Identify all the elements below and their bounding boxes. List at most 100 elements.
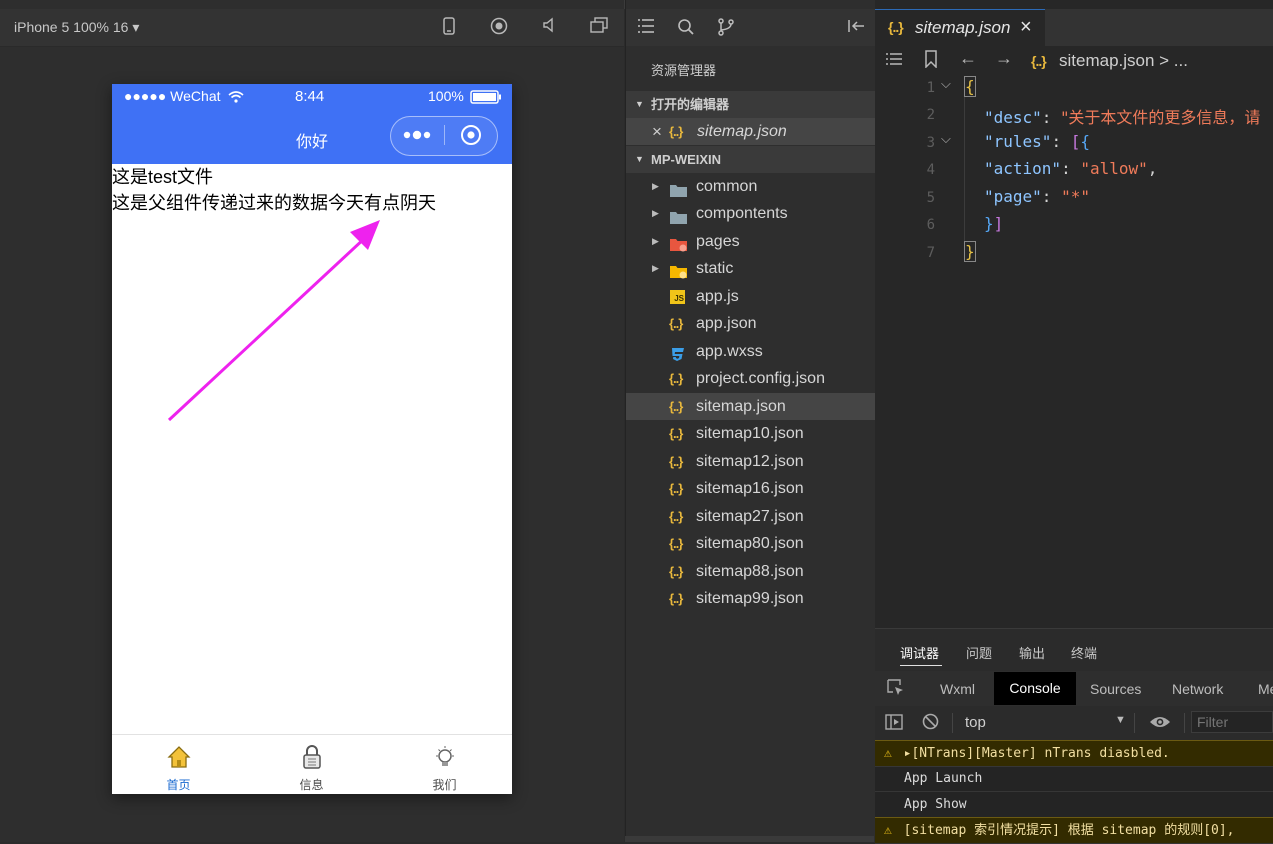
chevron-right-icon: ▶ [652,236,659,246]
close-icon[interactable]: × [652,118,662,145]
window-icon[interactable] [588,17,610,39]
eye-icon[interactable] [1149,715,1171,734]
tab-info[interactable]: 信息 [245,735,378,794]
file-item-sitemap27[interactable]: {..} sitemap27.json [626,503,875,530]
record-icon[interactable] [488,17,510,39]
speaker-icon[interactable] [538,17,560,39]
home-icon [167,745,191,774]
tab-about-label: 我们 [432,778,457,792]
folder-item-compontents[interactable]: ▶ compontents [626,200,875,227]
tab-network[interactable]: Network [1172,681,1223,697]
inspect-element-icon[interactable] [887,679,905,702]
tab-console[interactable]: Console [994,672,1076,705]
line-number: 4 [926,162,935,178]
clear-console-icon[interactable] [922,713,939,735]
json-icon: {..} [669,371,683,386]
phone-screen: ●●●●● WeChat 8:44 100% 你好 这是test文件 这是父组件… [112,84,512,794]
code-line-2: "desc": "关于本文件的更多信息，请 [984,108,1261,127]
close-icon[interactable]: × [1020,16,1032,39]
chevron-right-icon: ▶ [652,181,659,191]
simulator-toolbar: iPhone 5 100% 16 ▾ [0,9,624,47]
warning-icon: ⚠ [884,823,892,838]
indent-guide [964,76,965,256]
explorer-title: 资源管理器 [651,63,717,78]
toolbar-divider [1134,713,1135,733]
breadcrumb[interactable]: sitemap.json > ... [1059,51,1188,71]
tab-home[interactable]: 首页 [112,735,245,794]
dropdown-arrow-icon[interactable]: ▼ [1115,714,1126,726]
file-name: project.config.json [696,370,825,387]
toolbar-divider [952,713,953,733]
file-item-sitemap80[interactable]: {..} sitemap80.json [626,530,875,557]
back-arrow-icon[interactable]: ← [959,48,977,69]
file-item-project-config[interactable]: {..} project.config.json [626,365,875,392]
console-message: ⚠ ▸[NTrans][Master] nTrans diasbled. [875,740,1273,767]
tab-bar: 首页 信息 我们 [112,734,512,794]
file-item-sitemap16[interactable]: {..} sitemap16.json [626,475,875,502]
context-selector[interactable]: top [965,714,986,731]
active-tab-underline [900,665,942,666]
json-icon: {..} [669,124,683,139]
chevron-down-icon: ▼ [635,154,644,164]
open-editors-section[interactable]: ▼ 打开的编辑器 [626,91,875,118]
file-name: sitemap16.json [696,480,804,497]
bookmark-icon[interactable] [924,50,938,73]
device-selector[interactable]: iPhone 5 100% 16 ▾ [14,19,139,36]
file-item-sitemap10[interactable]: {..} sitemap10.json [626,420,875,447]
toolbar-divider [1184,713,1185,733]
tab-wxml[interactable]: Wxml [940,681,975,697]
line-number: 1 [926,80,935,96]
file-name: sitemap10.json [696,425,804,442]
tab-problems[interactable]: 问题 [966,643,992,662]
file-name: sitemap80.json [696,535,804,552]
file-name: sitemap27.json [696,508,804,525]
branch-icon[interactable] [717,18,735,41]
file-item-sitemap12[interactable]: {..} sitemap12.json [626,448,875,475]
folder-item-static[interactable]: ▶ static [626,255,875,282]
file-item-sitemap88[interactable]: {..} sitemap88.json [626,558,875,585]
forward-arrow-icon[interactable]: → [995,48,1013,69]
file-item-sitemap[interactable]: {..} sitemap.json [626,393,875,420]
lock-icon [301,744,323,775]
open-editors-label: 打开的编辑器 [651,97,730,112]
json-icon: {..} [669,536,683,551]
file-item-app-json[interactable]: {..} app.json [626,310,875,337]
code-line-6: }] [984,214,1004,233]
project-section[interactable]: ▼ MP-WEIXIN [626,146,875,173]
phone-icon[interactable] [438,17,460,39]
tab-debugger[interactable]: 调试器 [900,643,939,662]
line-number: 6 [926,217,935,233]
chevron-right-icon: ▶ [652,263,659,273]
tab-more[interactable]: Me [1258,681,1273,697]
tab-sources[interactable]: Sources [1090,681,1141,697]
editor-tab-sitemap[interactable]: {..} sitemap.json × [875,9,1045,47]
js-icon: JS [670,290,685,304]
explorer-scrollbar[interactable] [625,836,874,842]
list-icon[interactable] [885,50,903,71]
debugger-tabs: 调试器 问题 输出 终端 [875,629,1273,671]
tab-terminal[interactable]: 终端 [1071,643,1097,662]
file-item-app-js[interactable]: JS app.js [626,283,875,310]
file-item-sitemap99[interactable]: {..} sitemap99.json [626,585,875,612]
folder-item-common[interactable]: ▶ common [626,173,875,200]
json-icon: {..} [669,316,683,331]
tab-about[interactable]: 我们 [378,735,511,794]
file-name: app.json [696,315,757,332]
search-icon[interactable] [677,18,695,41]
list-icon[interactable] [637,18,655,39]
project-label: MP-WEIXIN [651,152,722,167]
debugger-panel: 调试器 问题 输出 终端 Wxml Console Sources Networ… [875,628,1273,844]
tab-output[interactable]: 输出 [1019,643,1045,662]
fold-chevron-icon[interactable]: ⌵ [941,76,951,92]
file-item-app-wxss[interactable]: app.wxss [626,338,875,365]
folder-item-pages[interactable]: ▶ pages [626,228,875,255]
editor-tab-label: sitemap.json [915,18,1011,37]
code-line-1: { [964,76,976,97]
line-number: 7 [926,245,935,261]
open-editor-item[interactable]: × {..} sitemap.json [626,118,875,145]
collapse-panel-icon[interactable] [847,18,865,39]
fold-chevron-icon[interactable]: ⌵ [941,131,951,147]
chevron-down-icon: ▼ [635,99,644,109]
sidebar-toggle-icon[interactable] [885,714,903,735]
console-filter-input[interactable] [1191,711,1273,733]
